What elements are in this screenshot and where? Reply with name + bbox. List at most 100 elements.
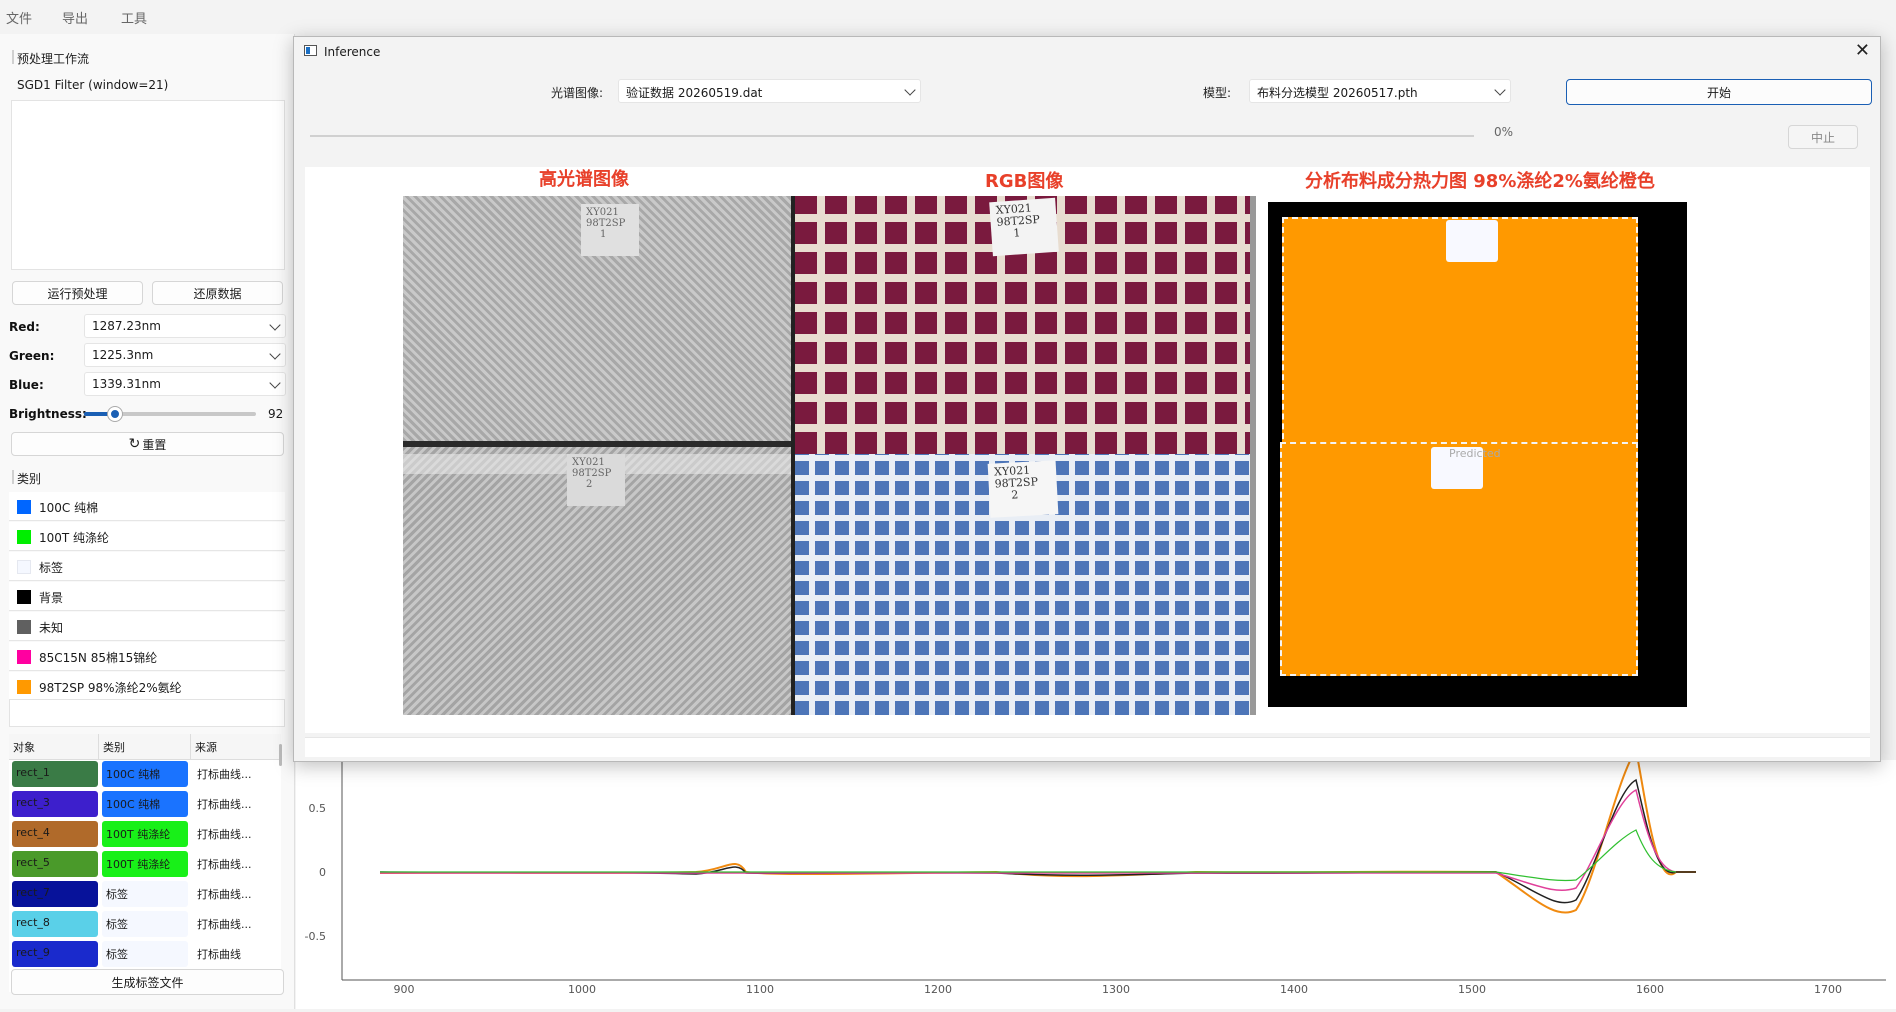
class-item[interactable]: 未知 <box>9 612 285 641</box>
filter-step[interactable]: SGD1 Filter (window=21) <box>17 78 168 92</box>
table-header-source[interactable]: 来源 <box>191 734 281 760</box>
class-input-box[interactable] <box>9 699 285 727</box>
class-item[interactable]: 98T2SP 98%涤纶2%氨纶 <box>9 672 285 701</box>
table-cell-class[interactable]: 标签 <box>102 881 188 907</box>
table-cell-object[interactable]: rect_7 <box>12 881 98 907</box>
tag-text: 1 <box>600 229 607 240</box>
reset-button[interactable]: ↻ 重置 <box>11 432 284 456</box>
inference-dialog: Inference ✕ 光谱图像: 验证数据 20260519.dat 模型: … <box>293 36 1881 762</box>
class-item[interactable]: 100C 纯棉 <box>9 492 285 521</box>
table-cell-object[interactable]: rect_5 <box>12 851 98 877</box>
green-select[interactable]: 1225.3nm <box>84 343 286 367</box>
menu-export[interactable]: 导出 <box>62 8 88 27</box>
table-cell-object[interactable]: rect_3 <box>12 791 98 817</box>
spectral-image-label: 光谱图像: <box>551 86 604 100</box>
class-label: 85C15N 85棉15锦纶 <box>39 651 158 665</box>
chevron-down-icon <box>1494 84 1506 96</box>
red-label: Red: <box>9 320 40 334</box>
chevron-down-icon <box>269 348 281 360</box>
table-header-class[interactable]: 类别 <box>99 734 191 760</box>
x-tick-label: 1000 <box>568 983 596 996</box>
class-label: 100T 纯涤纶 <box>39 531 110 545</box>
table-cell-source[interactable]: 打标曲线... <box>193 761 279 787</box>
spectrum-curve-orange <box>379 747 1696 914</box>
run-preprocess-button[interactable]: 运行预处理 <box>12 281 143 305</box>
dialog-titlebar: Inference ✕ <box>294 37 1880 67</box>
table-cell-class[interactable]: 100T 纯涤纶 <box>102 821 188 847</box>
model-select[interactable]: 布料分选模型 20260517.pth <box>1249 79 1511 103</box>
class-item[interactable]: 背景 <box>9 582 285 611</box>
brightness-slider-track[interactable] <box>84 407 256 421</box>
heatmap-label-region-1 <box>1446 220 1498 262</box>
table-header-object[interactable]: 对象 <box>9 734 99 760</box>
table-cell-source[interactable]: 打标曲线... <box>193 881 279 907</box>
table-cell-object[interactable]: rect_8 <box>12 911 98 937</box>
start-button[interactable]: 开始 <box>1566 79 1872 105</box>
menu-bar: 文件 导出 工具 <box>0 0 1896 34</box>
table-cell-object[interactable]: rect_4 <box>12 821 98 847</box>
progress-text: 0% <box>1494 125 1514 139</box>
refresh-icon: ↻ <box>128 436 141 452</box>
spectrum-plot[interactable]: 0.5 0 -0.5 900 1000 1100 1200 1300 1400 … <box>296 747 1896 1009</box>
class-label: 98T2SP 98%涤纶2%氨纶 <box>39 681 182 695</box>
table-cell-source[interactable]: 打标曲线... <box>193 791 279 817</box>
left-panel: 预处理工作流 SGD1 Filter (window=21) 运行预处理 还原数… <box>0 34 295 1009</box>
brightness-slider-handle[interactable] <box>107 407 122 421</box>
class-item[interactable]: 标签 <box>9 552 285 581</box>
stop-button[interactable]: 中止 <box>1788 125 1858 149</box>
image-panel: 高光谱图像 RGB图像 分析布料成分热力图 98%涤纶2%氨纶橙色 XY021 9… <box>305 167 1870 733</box>
dialog-title: Inference <box>324 45 381 59</box>
spectrum-plot-svg: 0.5 0 -0.5 900 1000 1100 1200 1300 1400 … <box>305 747 1886 996</box>
table-cell-class[interactable]: 标签 <box>102 941 188 967</box>
rgb-tag-2: XY021 98T2SP 2 <box>987 460 1059 518</box>
table-cell-source[interactable]: 打标曲线... <box>193 911 279 937</box>
progress-bar <box>310 135 1474 137</box>
hsi-title: 高光谱图像 <box>539 169 629 190</box>
table-cell-source[interactable]: 打标曲线... <box>193 821 279 847</box>
heatmap-image: Predicted <box>1268 202 1687 707</box>
class-label: 标签 <box>39 561 64 575</box>
class-item[interactable]: 85C15N 85棉15锦纶 <box>9 642 285 671</box>
x-tick-label: 1600 <box>1636 983 1664 996</box>
dialog-status-strip <box>305 737 1870 757</box>
close-icon[interactable]: ✕ <box>1855 40 1870 61</box>
window-icon <box>304 45 317 56</box>
class-color-swatch <box>17 530 31 544</box>
x-tick-label: 1700 <box>1814 983 1842 996</box>
table-scrollbar[interactable] <box>279 744 282 766</box>
table-cell-object[interactable]: rect_9 <box>12 941 98 967</box>
x-tick-label: 1300 <box>1102 983 1130 996</box>
table-cell-source[interactable]: 打标曲线... <box>193 851 279 877</box>
y-tick-label: -0.5 <box>305 930 326 943</box>
generate-label-file-button[interactable]: 生成标签文件 <box>11 969 284 995</box>
class-color-swatch <box>17 650 31 664</box>
blue-select[interactable]: 1339.31nm <box>84 372 286 396</box>
rgb-image: XY021 98T2SP 1 XY021 98T2SP 2 <box>795 196 1256 715</box>
chevron-down-icon <box>904 84 916 96</box>
table-cell-class[interactable]: 100C 纯棉 <box>102 761 188 787</box>
tag-text: 98T2SP <box>586 218 626 229</box>
table-cell-class[interactable]: 100C 纯棉 <box>102 791 188 817</box>
workflow-list[interactable] <box>11 100 285 270</box>
class-item[interactable]: 100T 纯涤纶 <box>9 522 285 551</box>
x-tick-label: 1500 <box>1458 983 1486 996</box>
table-cell-class[interactable]: 标签 <box>102 911 188 937</box>
x-tick-label: 1400 <box>1280 983 1308 996</box>
menu-tools[interactable]: 工具 <box>121 8 147 27</box>
x-tick-label: 900 <box>394 983 415 996</box>
menu-file[interactable]: 文件 <box>6 8 32 27</box>
red-select[interactable]: 1287.23nm <box>84 314 286 338</box>
table-cell-source[interactable]: 打标曲线 <box>193 941 279 967</box>
workflow-title: 预处理工作流 <box>17 52 90 66</box>
restore-data-button[interactable]: 还原数据 <box>152 281 283 305</box>
table-cell-object[interactable]: rect_1 <box>12 761 98 787</box>
rgb-title: RGB图像 <box>985 171 1064 192</box>
class-color-swatch <box>17 500 31 514</box>
spectral-image-select[interactable]: 验证数据 20260519.dat <box>618 79 921 103</box>
table-cell-class[interactable]: 100T 纯涤纶 <box>102 851 188 877</box>
green-label: Green: <box>9 349 55 363</box>
class-label: 100C 纯棉 <box>39 501 99 515</box>
section-marker <box>12 470 14 484</box>
brightness-value: 92 <box>268 407 284 421</box>
tag-text: XY021 <box>586 207 619 218</box>
